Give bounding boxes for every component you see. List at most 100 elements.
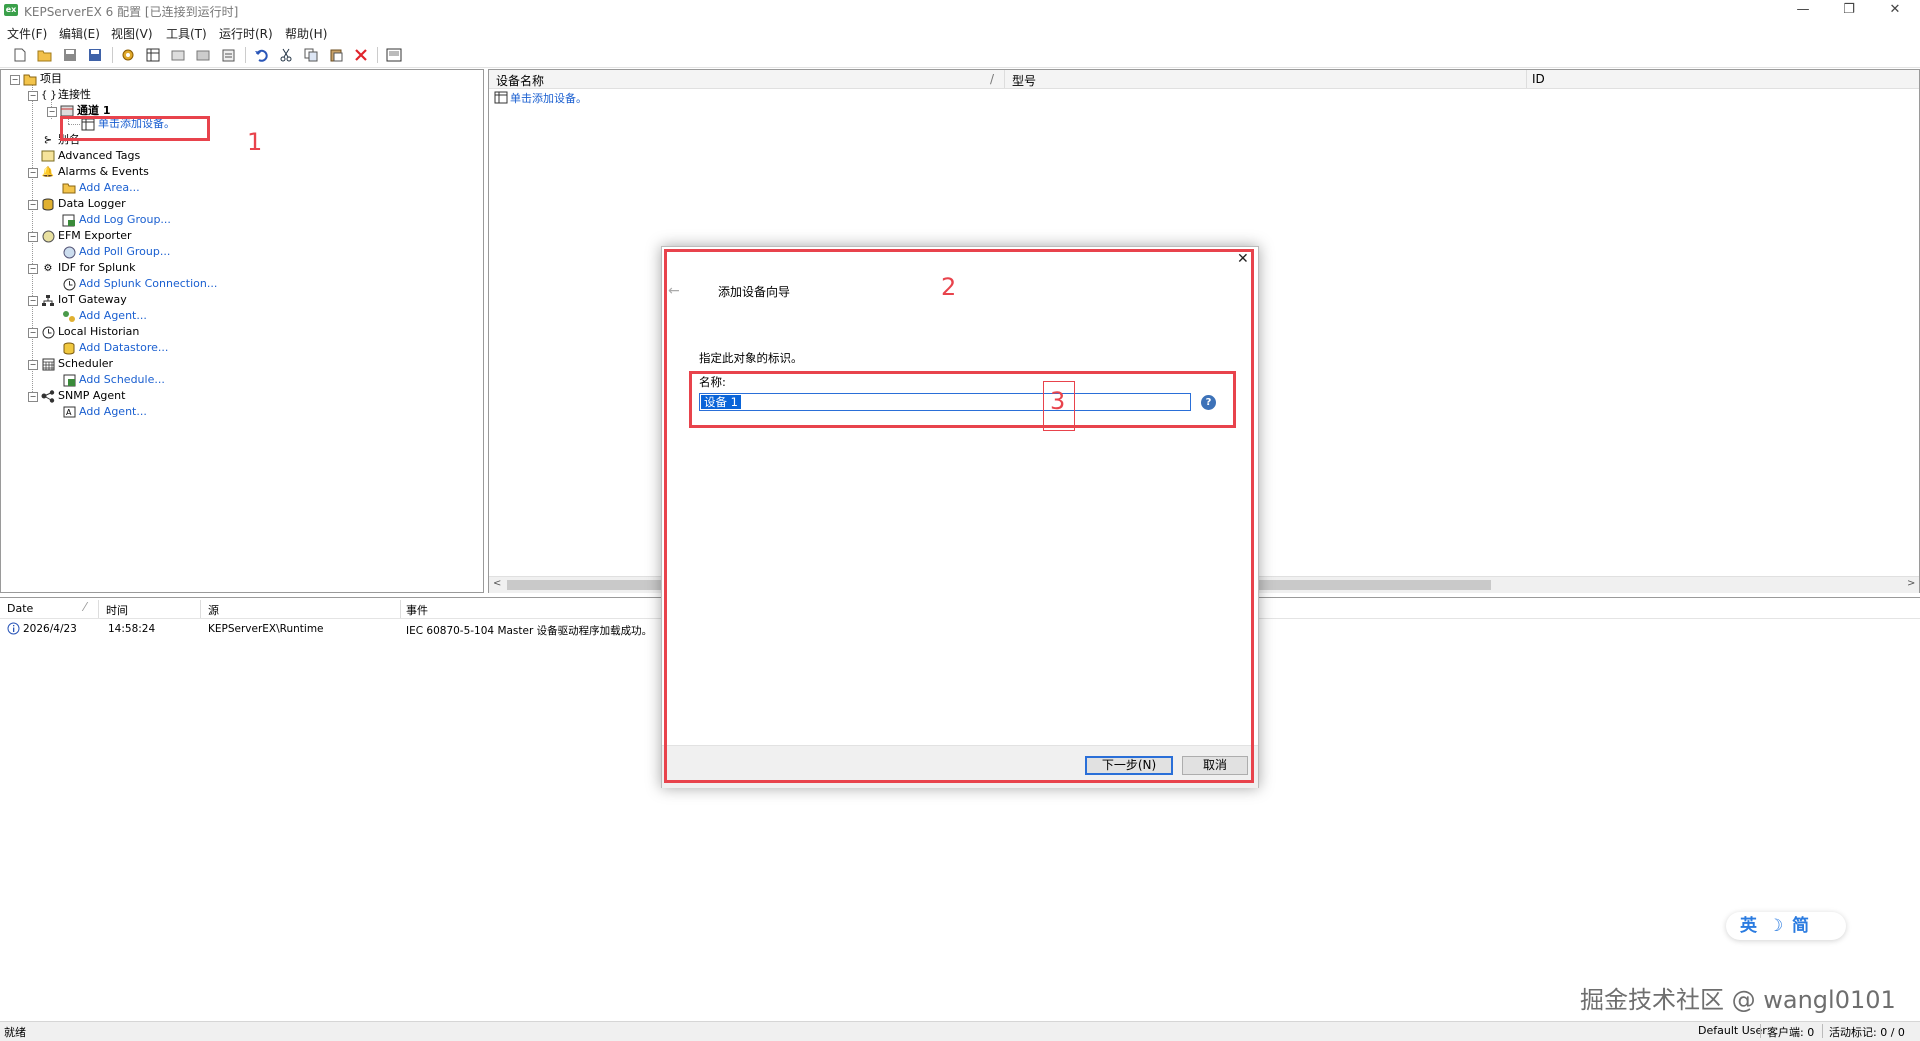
minimize-button[interactable]: — — [1780, 0, 1826, 22]
column-header-model[interactable]: 型号 — [1012, 72, 1036, 89]
tree-label: Add Agent... — [79, 405, 147, 418]
menu-edit[interactable]: 编辑(E) — [59, 25, 100, 42]
menu-file[interactable]: 文件(F) — [7, 25, 47, 42]
tree-item-project[interactable]: 项目 — [23, 71, 62, 87]
scroll-left-arrow-icon[interactable]: < — [493, 578, 501, 589]
collapse-efm-toggle[interactable]: − — [28, 232, 38, 242]
menu-view[interactable]: 视图(V) — [111, 25, 153, 42]
collapse-connectivity-toggle[interactable]: − — [28, 91, 38, 101]
tree-item-alarms-events[interactable]: 🔔 Alarms & Events — [41, 164, 149, 180]
menu-tools[interactable]: 工具(T) — [166, 25, 207, 42]
column-header-id[interactable]: ID — [1532, 72, 1545, 86]
tree-item-add-agent[interactable]: Add Agent... — [62, 308, 147, 324]
tree-label: 连接性 — [58, 88, 91, 101]
log-header-source[interactable]: 源 — [208, 602, 219, 618]
annotation-box-1 — [60, 116, 210, 141]
tree-label: IoT Gateway — [58, 293, 127, 306]
tree-item-iot-gateway[interactable]: IoT Gateway — [41, 292, 127, 308]
add-device-row[interactable]: 单击添加设备。 — [494, 90, 587, 107]
tree-item-add-schedule[interactable]: Add Schedule... — [62, 372, 165, 388]
bulk-tag-icon[interactable] — [220, 47, 236, 63]
close-window-button[interactable]: ✕ — [1872, 0, 1918, 22]
new-file-icon[interactable] — [12, 47, 28, 63]
log-date: 2026/4/23 — [23, 623, 77, 635]
tree-label: Add Log Group... — [79, 213, 171, 226]
toolbar-separator — [245, 47, 246, 63]
status-active-tags: 活动标记: 0 / 0 — [1829, 1026, 1905, 1039]
tree-label: IDF for Splunk — [58, 261, 136, 274]
collapse-root-toggle[interactable]: − — [10, 75, 20, 85]
open-folder-icon[interactable] — [37, 47, 53, 63]
new-group-icon[interactable] — [195, 47, 211, 63]
tree-item-add-snmp-agent[interactable]: A Add Agent... — [62, 404, 147, 420]
ime-language[interactable]: 英 — [1740, 912, 1757, 940]
tree-item-connectivity[interactable]: { }连接性 — [41, 87, 91, 103]
status-clients: 客户端: 0 — [1767, 1026, 1815, 1039]
tree-item-snmp-agent[interactable]: SNMP Agent — [41, 388, 125, 404]
tree-item-scheduler[interactable]: Scheduler — [41, 356, 113, 372]
tree-item-efm-exporter[interactable]: EFM Exporter — [41, 228, 132, 244]
collapse-data-logger-toggle[interactable]: − — [28, 200, 38, 210]
menu-bar: 文件(F) 编辑(E) 视图(V) 工具(T) 运行时(R) 帮助(H) — [0, 22, 1920, 42]
tree-item-advanced-tags[interactable]: Advanced Tags — [41, 148, 140, 164]
collapse-historian-toggle[interactable]: − — [28, 328, 38, 338]
undo-icon[interactable] — [253, 47, 269, 63]
tree-item-data-logger[interactable]: Data Logger — [41, 196, 126, 212]
tree-item-add-splunk-connection[interactable]: Add Splunk Connection... — [62, 276, 217, 292]
project-tree: − 项目 − { }连接性 − 通道 1 单击添加设备。 ⊱ 别名 Advance… — [0, 69, 484, 593]
window-title: KEPServerEX 6 配置 [已连接到运行时] — [24, 5, 239, 19]
tree-item-add-log-group[interactable]: Add Log Group... — [62, 212, 171, 228]
quick-client-icon[interactable] — [386, 47, 402, 63]
collapse-alarms-toggle[interactable]: − — [28, 168, 38, 178]
cut-icon[interactable] — [278, 47, 294, 63]
log-header-time[interactable]: 时间 — [106, 602, 128, 618]
splunk-gear-icon: ⚙ — [43, 262, 53, 274]
toolbar — [0, 43, 1920, 68]
add-device-link: 单击添加设备。 — [510, 92, 587, 105]
column-header-device-name[interactable]: 设备名称 — [496, 72, 544, 89]
properties-gear-icon[interactable] — [120, 47, 136, 63]
ime-moon-icon[interactable]: ☽ — [1768, 912, 1783, 940]
paste-icon[interactable] — [328, 47, 344, 63]
tree-item-add-poll-group[interactable]: Add Poll Group... — [62, 244, 170, 260]
new-tag-icon[interactable] — [170, 47, 186, 63]
connectivity-icon: { } — [41, 89, 57, 101]
collapse-scheduler-toggle[interactable]: − — [28, 360, 38, 370]
efm-gauge-icon — [41, 230, 55, 243]
tree-item-add-area[interactable]: Add Area... — [62, 180, 140, 196]
app-icon: ex — [4, 4, 18, 16]
add-log-group-icon — [62, 214, 76, 227]
status-user: Default User — [1698, 1024, 1767, 1037]
ime-mode[interactable]: 简 — [1792, 912, 1809, 940]
collapse-iot-toggle[interactable]: − — [28, 296, 38, 306]
add-schedule-icon — [62, 374, 76, 387]
save-icon[interactable] — [62, 47, 78, 63]
save-as-icon[interactable] — [87, 47, 103, 63]
tree-label: Alarms & Events — [58, 165, 149, 178]
new-device-icon[interactable] — [145, 47, 161, 63]
scroll-right-arrow-icon[interactable]: > — [1907, 578, 1915, 589]
delete-icon[interactable] — [353, 47, 369, 63]
log-header-date[interactable]: Date — [7, 602, 33, 615]
collapse-snmp-toggle[interactable]: − — [28, 392, 38, 402]
ime-toolbar[interactable]: 英 ☽ 简 — [1726, 912, 1846, 940]
annotation-number-2: 2 — [941, 273, 957, 301]
log-header-event[interactable]: 事件 — [406, 602, 428, 618]
menu-runtime[interactable]: 运行时(R) — [219, 25, 273, 42]
tree-item-idf-splunk[interactable]: ⚙ IDF for Splunk — [41, 260, 136, 276]
tree-item-add-datastore[interactable]: Add Datastore... — [62, 340, 168, 356]
database-icon — [41, 198, 55, 211]
log-time: 14:58:24 — [108, 623, 156, 635]
annotation-number-3: 3 — [1050, 387, 1066, 415]
menu-help[interactable]: 帮助(H) — [285, 25, 327, 42]
tree-item-local-historian[interactable]: Local Historian — [41, 324, 139, 340]
column-sort-indicator: / — [990, 72, 995, 86]
info-icon — [7, 622, 20, 638]
tree-label: SNMP Agent — [58, 389, 126, 402]
collapse-idf-toggle[interactable]: − — [28, 264, 38, 274]
collapse-channel-toggle[interactable]: − — [47, 107, 57, 117]
tree-label: Add Schedule... — [79, 373, 165, 386]
restore-button[interactable]: ❐ — [1826, 0, 1872, 22]
copy-icon[interactable] — [303, 47, 319, 63]
alarm-bell-icon: 🔔 — [41, 166, 55, 178]
